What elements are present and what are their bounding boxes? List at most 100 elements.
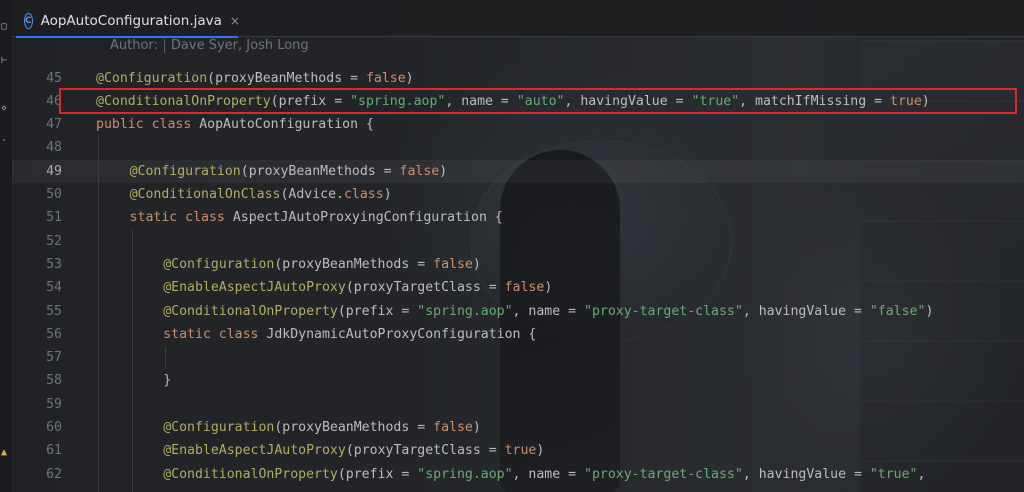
code-token: static class bbox=[163, 326, 267, 342]
line-number[interactable]: 46 bbox=[26, 90, 62, 113]
code-line[interactable]: 57 bbox=[12, 346, 1024, 369]
line-number[interactable]: 49 bbox=[26, 160, 62, 183]
notification-icon[interactable]: ▲ bbox=[1, 448, 7, 458]
code-token: "proxy-target-class" bbox=[584, 466, 743, 482]
code-token: (proxyTargetClass = bbox=[345, 280, 505, 296]
code-token: AopAutoConfiguration { bbox=[199, 117, 374, 133]
code-token: @EnableAspectJAutoProxy bbox=[163, 280, 346, 296]
code-token: "false" bbox=[869, 303, 926, 319]
code-token: (proxyBeanMethods = bbox=[274, 256, 434, 272]
code-line[interactable]: 60 @Configuration(proxyBeanMethods = fals… bbox=[12, 416, 1024, 439]
line-number[interactable]: 55 bbox=[26, 300, 62, 323]
line-source: public class AopAutoConfiguration { bbox=[96, 113, 374, 136]
code-token: @ConditionalOnProperty bbox=[163, 466, 338, 482]
line-source: @EnableAspectJAutoProxy(proxyTargetClass… bbox=[163, 276, 552, 299]
code-token: (proxyBeanMethods = bbox=[274, 420, 434, 435]
code-line[interactable]: 56 static class JdkDynamicAutoProxyConfig… bbox=[12, 323, 1024, 346]
code-token: static class bbox=[129, 210, 233, 226]
tab-aop-auto-configuration[interactable]: C AopAutoConfiguration.java × bbox=[16, 6, 240, 38]
line-number[interactable]: 51 bbox=[26, 206, 62, 229]
code-token: "true" bbox=[869, 466, 918, 482]
java-class-icon: C bbox=[24, 13, 33, 29]
code-token: , bbox=[917, 466, 926, 482]
code-token: ) bbox=[405, 70, 414, 86]
code-editor[interactable]: Author: Dave Syer, Josh Long 45 @Configura… bbox=[12, 37, 1024, 492]
code-token: } bbox=[163, 373, 172, 389]
code-token: , name = bbox=[512, 466, 585, 482]
code-line[interactable]: 52 bbox=[12, 230, 1024, 253]
code-token: @EnableAspectJAutoProxy bbox=[163, 443, 346, 459]
line-source: @ConditionalOnProperty(prefix = "spring.… bbox=[163, 300, 933, 323]
code-token: (proxyTargetClass = bbox=[345, 443, 505, 459]
code-token: , havingValue = bbox=[742, 303, 870, 319]
code-token: (prefix = bbox=[337, 303, 418, 319]
code-token: true bbox=[504, 443, 537, 459]
code-line[interactable]: 55 @ConditionalOnProperty(prefix = "sprin… bbox=[12, 300, 1024, 323]
line-number[interactable]: 47 bbox=[26, 113, 62, 136]
javadoc-author-line: Author: Dave Syer, Josh Long bbox=[110, 37, 309, 55]
code-token: @Configuration bbox=[163, 256, 275, 272]
line-number[interactable]: 62 bbox=[26, 463, 62, 486]
line-source: @Configuration(proxyBeanMethods = false) bbox=[163, 253, 481, 276]
code-line[interactable]: 53 @Configuration(proxyBeanMethods = fals… bbox=[12, 253, 1024, 276]
code-token: false bbox=[399, 163, 440, 179]
line-number[interactable]: 48 bbox=[26, 136, 62, 159]
code-token: false bbox=[504, 280, 545, 296]
author-value: Dave Syer, Josh Long bbox=[170, 38, 309, 53]
structure-icon[interactable]: ⋄ bbox=[1, 104, 7, 114]
code-line[interactable]: 62 @ConditionalOnProperty(prefix = "sprin… bbox=[12, 463, 1024, 486]
line-number[interactable]: 61 bbox=[26, 439, 62, 462]
line-number[interactable]: 52 bbox=[26, 230, 62, 253]
code-token: ) bbox=[925, 303, 934, 319]
code-line[interactable]: 49 @Configuration(proxyBeanMethods = fals… bbox=[12, 159, 1024, 183]
line-number[interactable]: 60 bbox=[26, 416, 62, 439]
code-token: "spring.aop" bbox=[417, 466, 513, 482]
code-token: (proxyBeanMethods = bbox=[240, 163, 400, 179]
line-number[interactable]: 53 bbox=[26, 253, 62, 276]
folder-icon[interactable]: ▢ bbox=[1, 22, 7, 32]
line-number[interactable]: 57 bbox=[26, 346, 62, 369]
line-number[interactable]: 50 bbox=[26, 183, 62, 206]
code-token: public class bbox=[96, 117, 200, 133]
code-line[interactable]: 59 bbox=[12, 393, 1024, 416]
code-token: ) bbox=[536, 443, 545, 459]
line-source: @EnableAspectJAutoProxy(proxyTargetClass… bbox=[163, 439, 544, 462]
line-source: @ConditionalOnProperty(prefix = "spring.… bbox=[163, 463, 925, 486]
line-number[interactable]: 56 bbox=[26, 323, 62, 346]
code-line[interactable]: 48 bbox=[12, 136, 1024, 159]
line-source: @Configuration(proxyBeanMethods = false) bbox=[96, 67, 414, 90]
line-number[interactable]: 58 bbox=[26, 369, 62, 392]
code-token: @ConditionalOnClass bbox=[129, 187, 281, 202]
code-token: ) bbox=[472, 420, 481, 435]
code-token: @Configuration bbox=[96, 70, 208, 86]
line-number[interactable]: 54 bbox=[26, 276, 62, 299]
close-icon[interactable]: × bbox=[230, 14, 240, 28]
code-line[interactable]: 47 public class AopAutoConfiguration { bbox=[12, 113, 1024, 136]
code-token: false bbox=[433, 420, 473, 435]
code-line[interactable]: 50 @ConditionalOnClass(Advice.class) bbox=[12, 183, 1024, 206]
author-label: Author: bbox=[110, 38, 158, 53]
code-token: "spring.aop" bbox=[417, 303, 513, 319]
code-token: AspectJAutoProxyingConfiguration { bbox=[232, 210, 503, 226]
code-token: JdkDynamicAutoProxyConfiguration { bbox=[266, 326, 537, 342]
line-source: static class JdkDynamicAutoProxyConfigur… bbox=[163, 323, 536, 346]
code-token: ) bbox=[439, 163, 448, 179]
code-line[interactable]: 51 static class AspectJAutoProxyingConfig… bbox=[12, 206, 1024, 229]
code-line[interactable]: 54 @EnableAspectJAutoProxy(proxyTargetCla… bbox=[12, 276, 1024, 299]
line-number[interactable]: 45 bbox=[26, 67, 62, 90]
code-line[interactable]: 61 @EnableAspectJAutoProxy(proxyTargetCla… bbox=[12, 439, 1024, 462]
line-number[interactable]: 59 bbox=[26, 393, 62, 416]
tab-label: AopAutoConfiguration.java bbox=[40, 13, 222, 29]
more-icon[interactable]: · bbox=[1, 136, 7, 146]
code-token: @Configuration bbox=[163, 420, 275, 435]
code-token: false bbox=[365, 70, 406, 86]
code-token: "proxy-target-class" bbox=[584, 303, 743, 319]
code-token: , havingValue = bbox=[742, 466, 870, 482]
line-source: @Configuration(proxyBeanMethods = false) bbox=[163, 416, 481, 439]
code-line[interactable]: 45 @Configuration(proxyBeanMethods = fals… bbox=[12, 67, 1024, 90]
code-token: @ConditionalOnProperty bbox=[163, 303, 338, 319]
commit-icon[interactable]: ⊢ bbox=[1, 56, 7, 66]
code-token: false bbox=[433, 256, 473, 272]
code-line[interactable]: 58} bbox=[12, 369, 1024, 392]
code-token: (proxyBeanMethods = bbox=[207, 70, 366, 86]
